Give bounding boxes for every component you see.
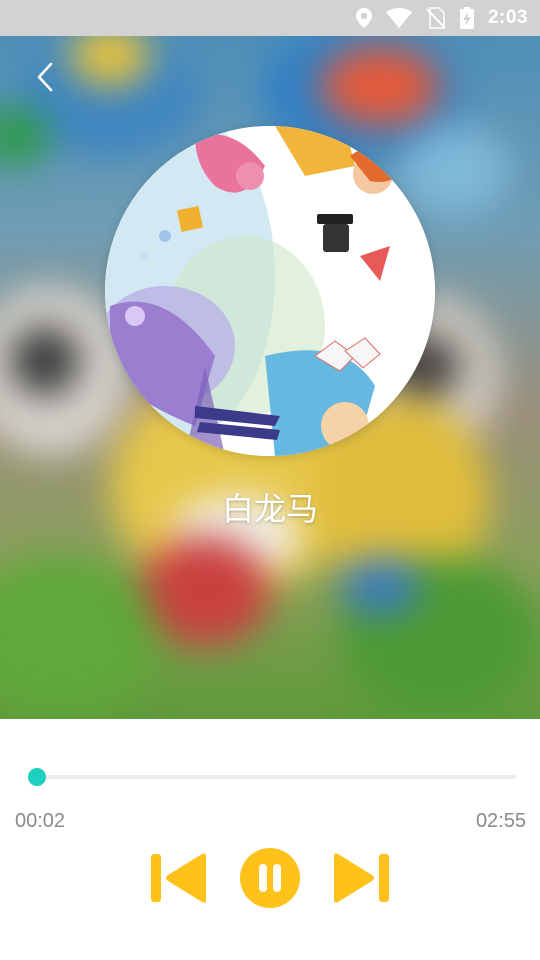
status-bar: 2:03: [0, 0, 540, 36]
elapsed-time: 00:02: [15, 810, 66, 832]
no-sim-icon: [426, 7, 446, 29]
pause-button[interactable]: [238, 848, 302, 912]
status-time: 2:03: [487, 7, 528, 28]
previous-button[interactable]: [146, 848, 212, 912]
song-title: 白龙马: [221, 490, 318, 528]
skip-previous-icon: [148, 850, 210, 910]
progress-thumb[interactable]: [28, 768, 47, 786]
skip-next-icon: [330, 850, 392, 910]
playback-controls: [0, 848, 540, 912]
music-player-screen: 2:03 白龙马 00:02 02:55: [0, 0, 540, 960]
progress-bar[interactable]: [32, 775, 516, 779]
wifi-icon: [385, 8, 412, 28]
chevron-left-icon: [35, 61, 55, 97]
back-button[interactable]: [22, 56, 68, 102]
battery-charging-icon: [459, 7, 474, 29]
pause-icon: [239, 847, 301, 913]
album-art: [105, 126, 435, 456]
next-button[interactable]: [328, 848, 394, 912]
location-icon: [355, 8, 372, 28]
status-icons: 2:03: [355, 0, 528, 36]
total-time: 02:55: [475, 810, 526, 832]
